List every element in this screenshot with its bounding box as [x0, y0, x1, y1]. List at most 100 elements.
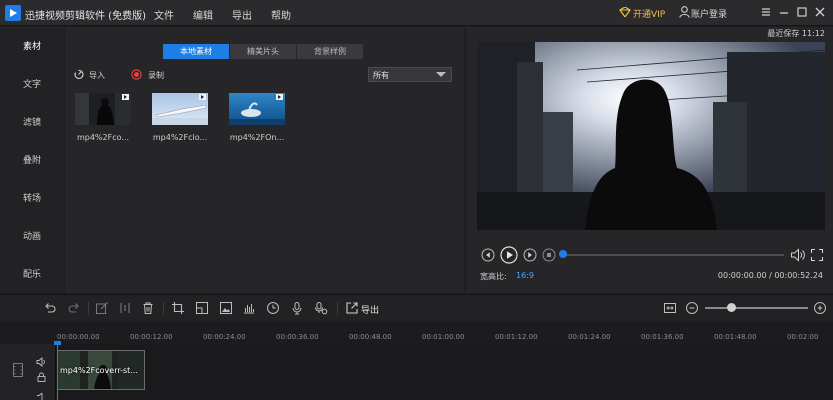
crop-icon[interactable] — [171, 301, 185, 315]
split-icon[interactable] — [118, 301, 132, 315]
filter-dropdown[interactable]: 所有 — [368, 67, 452, 82]
menu-export[interactable]: 导出 — [232, 7, 252, 22]
audio-wave-icon[interactable] — [242, 301, 256, 315]
vip-button[interactable]: 开通VIP — [633, 7, 665, 20]
sidebar-item-filter[interactable]: 滤镜 — [0, 115, 64, 128]
user-icon[interactable] — [679, 6, 690, 18]
preview-panel: 最近保存 11:12 宽高比: 16:9 00:00:00.00 / 00:00… — [466, 27, 833, 293]
undo-icon[interactable] — [43, 301, 57, 315]
tab-background-samples[interactable]: 背景样例 — [297, 44, 363, 59]
redo-icon[interactable] — [67, 301, 81, 315]
ruler-tick-label: 00:00:00.00 — [57, 333, 100, 341]
ruler-tick-label: 00:01:48.00 — [714, 333, 757, 341]
video-badge-icon — [276, 94, 283, 100]
aspect-ratio-selector[interactable]: 16:9 — [516, 271, 534, 280]
ruler-tick-label: 00:01:12.00 — [495, 333, 538, 341]
tab-local-material[interactable]: 本地素材 — [163, 44, 229, 59]
playhead[interactable] — [57, 343, 58, 400]
playhead-handle[interactable] — [54, 341, 61, 345]
sidebar-item-text[interactable]: 文字 — [0, 77, 64, 90]
app-logo-icon — [5, 5, 21, 21]
preview-video[interactable] — [477, 42, 825, 230]
media-thumbnail-2[interactable] — [152, 93, 208, 125]
voice-settings-icon[interactable] — [314, 301, 328, 315]
maximize-icon[interactable] — [795, 5, 809, 19]
fit-timeline-icon[interactable] — [663, 301, 677, 315]
media-label-1: mp4%2Fco... — [76, 133, 130, 142]
video-badge-icon — [199, 94, 206, 100]
preview-frame-image — [477, 42, 825, 230]
aspect-ratio-label: 宽高比: — [480, 272, 507, 281]
fullscreen-icon[interactable] — [810, 248, 824, 262]
lock-icon[interactable] — [36, 372, 47, 382]
clock-icon[interactable] — [266, 301, 280, 315]
sidebar-item-material[interactable]: 素材 — [0, 39, 64, 52]
toolbar-divider — [163, 302, 164, 315]
record-icon[interactable] — [131, 69, 142, 80]
sidebar-item-transition[interactable]: 转场 — [0, 191, 64, 204]
sidebar: 素材 文字 滤镜 叠附 转场 动画 配乐 — [0, 27, 64, 293]
timeline-video-clip[interactable]: mp4%2Fcoverr-st... — [57, 350, 145, 390]
ruler-tick-label: 00:00:24.00 — [203, 333, 246, 341]
menu-file[interactable]: 文件 — [154, 7, 174, 22]
stop-icon[interactable] — [542, 248, 556, 262]
sidebar-item-music[interactable]: 配乐 — [0, 267, 64, 280]
title-bar: 迅捷视频剪辑软件 (免费版) 文件 编辑 导出 帮助 开通VIP 账户登录 — [0, 0, 833, 26]
ruler-tick-label: 00:01:00.00 — [422, 333, 465, 341]
toolbar-divider — [88, 302, 89, 315]
ruler-tick-label: 00:02:00 — [787, 333, 819, 341]
media-label-2: mp4%2Fclo... — [152, 133, 208, 142]
menu-help[interactable]: 帮助 — [271, 7, 291, 22]
media-label-3: mp4%2FOn... — [229, 133, 285, 142]
menu-edit[interactable]: 编辑 — [193, 7, 213, 22]
track-volume-icon[interactable] — [36, 357, 47, 367]
timeline-ruler[interactable]: 00:00:00.00 00:00:12.00 00:00:24.00 00:0… — [0, 322, 833, 344]
filter-value: 所有 — [373, 71, 389, 80]
ruler-tick-label: 00:00:48.00 — [349, 333, 392, 341]
vip-crown-icon[interactable] — [619, 7, 631, 17]
play-icon[interactable] — [500, 246, 518, 264]
import-button[interactable]: 导入 — [89, 70, 105, 81]
media-thumbnail-1[interactable] — [75, 93, 131, 125]
microphone-icon[interactable] — [290, 301, 304, 315]
zoom-out-icon[interactable] — [685, 301, 699, 315]
autosave-status: 最近保存 11:12 — [767, 29, 825, 38]
progress-bar[interactable] — [562, 254, 784, 256]
tab-intro-templates[interactable]: 精美片头 — [230, 44, 296, 59]
ruler-tick-label: 00:00:36.00 — [276, 333, 319, 341]
zoom-slider-handle[interactable] — [727, 303, 736, 312]
resize-icon[interactable] — [195, 301, 209, 315]
account-login-button[interactable]: 账户登录 — [691, 7, 727, 20]
ruler-tick-label: 00:00:12.00 — [130, 333, 173, 341]
clip-label: mp4%2Fcoverr-st... — [60, 366, 138, 375]
media-thumbnail-3[interactable] — [229, 93, 285, 125]
zoom-slider[interactable] — [705, 307, 808, 309]
edit-icon[interactable] — [95, 301, 109, 315]
menu-icon[interactable] — [759, 5, 773, 19]
close-icon[interactable] — [813, 5, 827, 19]
ruler-tick-label: 00:01:36.00 — [641, 333, 684, 341]
video-track-icon — [13, 363, 23, 377]
export-icon[interactable] — [345, 301, 359, 315]
audio-track-volume-icon[interactable] — [36, 393, 47, 400]
toolbar-divider — [337, 302, 338, 315]
image-icon[interactable] — [219, 301, 233, 315]
sidebar-item-overlay[interactable]: 叠附 — [0, 153, 64, 166]
ruler-tick-label: 00:01:24.00 — [568, 333, 611, 341]
previous-frame-icon[interactable] — [481, 248, 495, 262]
next-frame-icon[interactable] — [523, 248, 537, 262]
zoom-in-icon[interactable] — [813, 301, 827, 315]
import-icon[interactable] — [73, 69, 84, 80]
chevron-down-icon — [436, 72, 446, 77]
time-readout: 00:00:00.00 / 00:00:52.24 — [717, 271, 823, 280]
timeline-toolbar: 导出 — [0, 294, 833, 321]
progress-handle[interactable] — [559, 250, 567, 258]
volume-icon[interactable] — [790, 248, 806, 262]
media-panel: 本地素材 精美片头 背景样例 导入 录制 所有 mp4%2Fco... mp4%… — [65, 27, 464, 293]
delete-icon[interactable] — [141, 301, 155, 315]
minimize-icon[interactable] — [777, 5, 791, 19]
app-title: 迅捷视频剪辑软件 (免费版) — [25, 11, 146, 22]
export-button[interactable]: 导出 — [361, 303, 379, 316]
record-button[interactable]: 录制 — [148, 70, 164, 81]
sidebar-item-animation[interactable]: 动画 — [0, 229, 64, 242]
